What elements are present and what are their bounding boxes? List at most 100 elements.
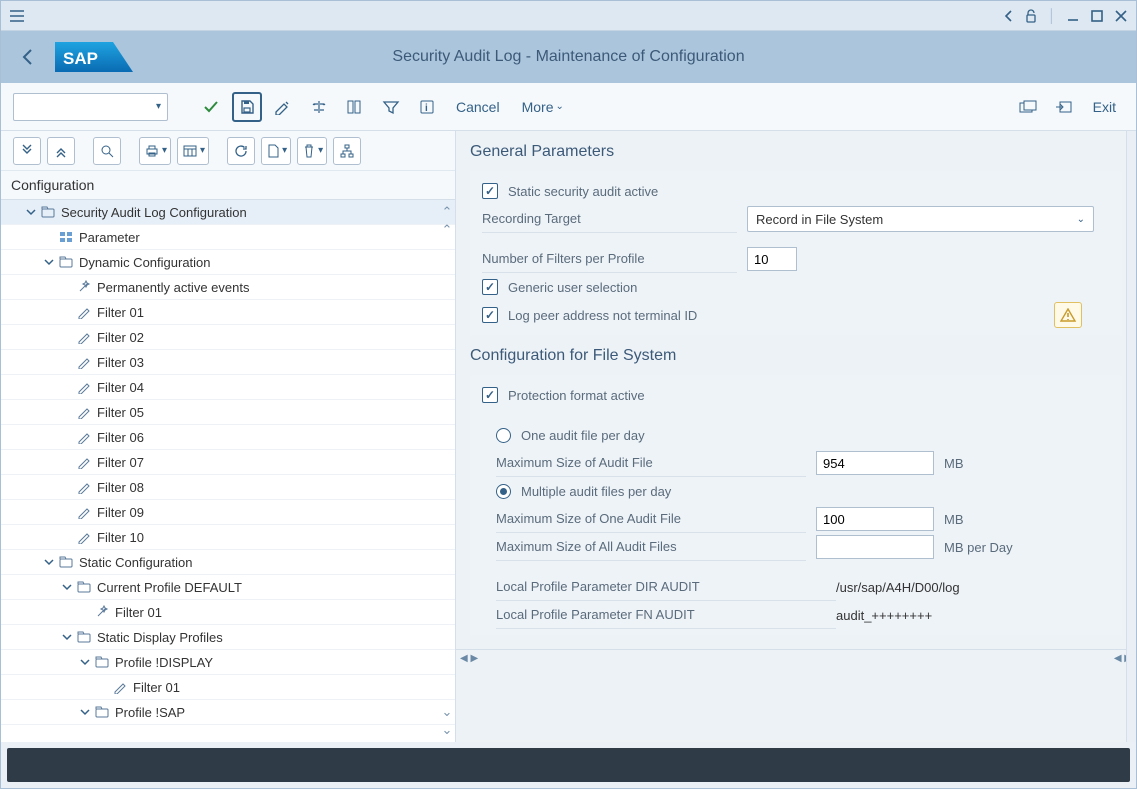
back-button[interactable] — [11, 40, 45, 74]
command-field[interactable]: ▾ — [13, 93, 168, 121]
recording-target-select[interactable]: Record in File System ⌄ — [747, 206, 1094, 232]
tree-node[interactable]: Filter 08 — [1, 475, 455, 500]
find-button[interactable] — [93, 137, 121, 165]
tree-node[interactable]: Static Display Profiles — [1, 625, 455, 650]
recording-target-label: Recording Target — [482, 205, 737, 233]
tree-node[interactable]: Profile !SAP — [1, 700, 455, 725]
tree-node[interactable]: Filter 09 — [1, 500, 455, 525]
chevron-left-icon[interactable] — [1004, 10, 1014, 22]
document-button[interactable]: ▾ — [261, 137, 291, 165]
tree-node[interactable]: Filter 01 — [1, 675, 455, 700]
folder-icon — [57, 256, 75, 268]
num-filters-input[interactable] — [747, 247, 797, 271]
layout-button[interactable]: ▾ — [177, 137, 209, 165]
more-menu[interactable]: More⌄ — [514, 99, 572, 115]
scroll-down-icon[interactable]: ⌄⌄ — [441, 704, 453, 738]
tree-heading: Configuration — [1, 171, 455, 200]
tree-node[interactable]: Filter 04 — [1, 375, 455, 400]
filter-icon[interactable] — [376, 92, 406, 122]
exit-button[interactable]: Exit — [1085, 99, 1124, 115]
collapse-all-button[interactable] — [47, 137, 75, 165]
tree-node[interactable]: Parameter — [1, 225, 455, 250]
info-icon[interactable]: i — [412, 92, 442, 122]
svg-text:SAP: SAP — [63, 49, 98, 68]
protection-label: Protection format active — [508, 388, 645, 403]
print-button[interactable]: ▾ — [139, 137, 171, 165]
horizontal-scrollbar[interactable]: ◀ ▶◀ ▶ — [456, 649, 1136, 667]
app-header: SAP Security Audit Log - Maintenance of … — [1, 31, 1136, 83]
save-icon[interactable] — [232, 92, 262, 122]
tree-node[interactable]: Security Audit Log Configuration — [1, 200, 455, 225]
collapse-icon[interactable] — [59, 582, 75, 592]
folder-icon — [75, 581, 93, 593]
collapse-icon[interactable] — [23, 207, 39, 217]
exit-window-icon[interactable] — [1049, 92, 1079, 122]
tree-node[interactable]: Dynamic Configuration — [1, 250, 455, 275]
wand-icon — [93, 605, 111, 619]
log-peer-checkbox[interactable] — [482, 307, 498, 323]
tree-node[interactable]: Profile !DISPLAY — [1, 650, 455, 675]
columns-icon[interactable] — [340, 92, 370, 122]
collapse-icon[interactable] — [41, 557, 57, 567]
max-size-input[interactable] — [816, 451, 934, 475]
pencil-icon — [75, 330, 93, 344]
generic-user-checkbox[interactable] — [482, 279, 498, 295]
folder-icon — [75, 631, 93, 643]
protection-checkbox[interactable] — [482, 387, 498, 403]
tree-label: Profile !DISPLAY — [115, 655, 213, 670]
expand-all-button[interactable] — [13, 137, 41, 165]
log-peer-label: Log peer address not terminal ID — [508, 308, 697, 323]
accept-icon[interactable] — [196, 92, 226, 122]
static-active-checkbox[interactable] — [482, 183, 498, 199]
tree-node[interactable]: Filter 01 — [1, 300, 455, 325]
tree-node[interactable]: Filter 01 — [1, 600, 455, 625]
edit-icon[interactable] — [268, 92, 298, 122]
collapse-icon[interactable] — [59, 632, 75, 642]
hierarchy-button[interactable] — [333, 137, 361, 165]
tree-label: Filter 09 — [97, 505, 144, 520]
max-all-input[interactable] — [816, 535, 934, 559]
warning-icon[interactable] — [1054, 302, 1082, 328]
pencil-icon — [75, 480, 93, 494]
section-general: Static security audit active Recording T… — [470, 171, 1122, 335]
tree-label: Filter 01 — [133, 680, 180, 695]
tree-node[interactable]: Permanently active events — [1, 275, 455, 300]
unlock-icon[interactable] — [1024, 9, 1038, 23]
configuration-tree[interactable]: ⌃⌃ ⌄⌄ Security Audit Log ConfigurationPa… — [1, 200, 455, 742]
tree-node[interactable]: Filter 07 — [1, 450, 455, 475]
collapse-icon[interactable] — [77, 707, 93, 717]
collapse-icon[interactable] — [77, 657, 93, 667]
multi-file-radio[interactable] — [496, 484, 511, 499]
hamburger-icon[interactable] — [9, 9, 25, 23]
tree-node[interactable]: Static Configuration — [1, 550, 455, 575]
vertical-scrollbar[interactable] — [1126, 131, 1136, 742]
max-one-input[interactable] — [816, 507, 934, 531]
one-file-radio[interactable] — [496, 428, 511, 443]
static-active-label: Static security audit active — [508, 184, 658, 199]
tree-toolbar: ▾ ▾ ▾ ▾ — [1, 131, 455, 171]
maximize-icon[interactable] — [1090, 9, 1104, 23]
scroll-up-icon[interactable]: ⌃⌃ — [441, 204, 453, 238]
compare-icon[interactable] — [304, 92, 334, 122]
section-filesys-title: Configuration for File System — [470, 335, 1122, 375]
page-title: Security Audit Log - Maintenance of Conf… — [392, 48, 744, 66]
tree-label: Static Display Profiles — [97, 630, 223, 645]
max-size-label: Maximum Size of Audit File — [496, 449, 806, 477]
tree-node[interactable]: Filter 06 — [1, 425, 455, 450]
new-window-icon[interactable] — [1013, 92, 1043, 122]
minimize-icon[interactable] — [1066, 9, 1080, 23]
main-area: ▾ ▾ ▾ ▾ Configuration ⌃⌃ ⌄⌄ Security Aud… — [1, 131, 1136, 742]
tree-node[interactable]: Filter 03 — [1, 350, 455, 375]
close-icon[interactable] — [1114, 9, 1128, 23]
tree-node[interactable]: Current Profile DEFAULT — [1, 575, 455, 600]
tree-node[interactable]: Filter 02 — [1, 325, 455, 350]
cancel-button[interactable]: Cancel — [448, 99, 508, 115]
tree-label: Permanently active events — [97, 280, 249, 295]
pencil-icon — [75, 455, 93, 469]
tree-node[interactable]: Filter 10 — [1, 525, 455, 550]
delete-button[interactable]: ▾ — [297, 137, 327, 165]
collapse-icon[interactable] — [41, 257, 57, 267]
tree-node[interactable]: Filter 05 — [1, 400, 455, 425]
tree-label: Static Configuration — [79, 555, 192, 570]
refresh-button[interactable] — [227, 137, 255, 165]
